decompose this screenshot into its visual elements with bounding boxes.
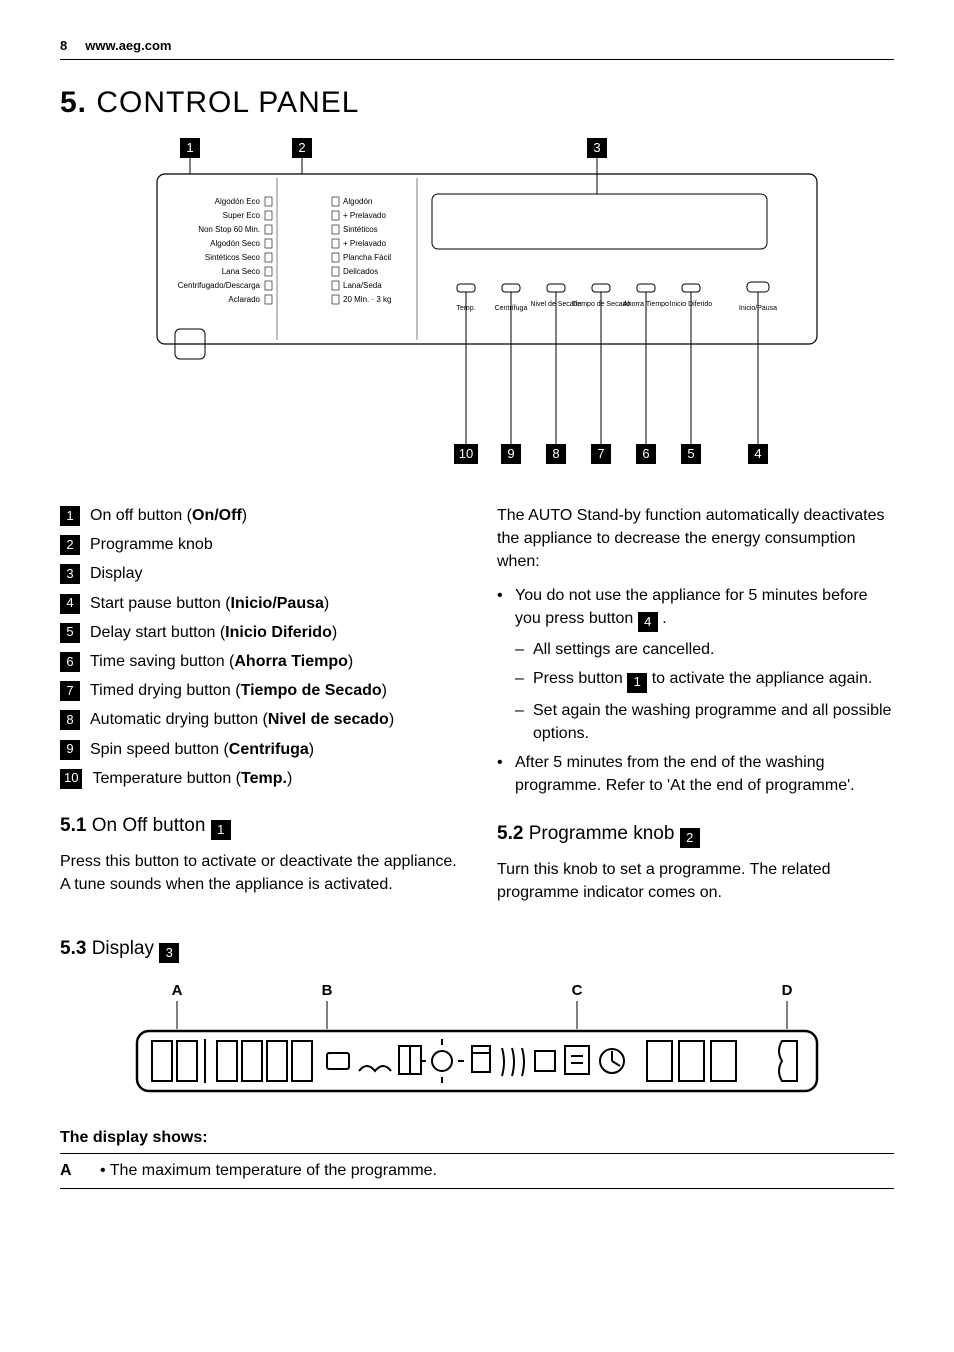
legend-item-6: 6 Time saving button (Ahorra Tiempo) — [60, 650, 457, 673]
legend-item-8: 8 Automatic drying button (Nivel de secad… — [60, 708, 457, 731]
svg-text:10: 10 — [459, 446, 473, 461]
badge-2: 2 — [680, 828, 700, 848]
sec52-body: Turn this knob to set a programme. The r… — [497, 858, 894, 904]
display-diagram: A B C D — [127, 981, 827, 1111]
display-row-a-label: A — [60, 1162, 100, 1180]
page-number: 8 — [60, 38, 67, 53]
legend-item-1: 1 On off button (On/Off) — [60, 504, 457, 527]
legend-badge-9: 9 — [60, 740, 80, 760]
legend-badge-7: 7 — [60, 681, 80, 701]
svg-text:Lana Seco: Lana Seco — [222, 267, 261, 276]
legend-badge-8: 8 — [60, 710, 80, 730]
svg-text:8: 8 — [552, 446, 559, 461]
legend-list: 1On off button (On/Off)2Programme knob3D… — [60, 504, 457, 790]
section-title: 5. CONTROL PANEL — [60, 86, 894, 120]
svg-text:Non Stop 60 Min.: Non Stop 60 Min. — [198, 225, 260, 234]
legend-text-4: Start pause button (Inicio/Pausa) — [90, 592, 457, 615]
legend-item-7: 7 Timed drying button (Tiempo de Secado) — [60, 679, 457, 702]
legend-item-4: 4 Start pause button (Inicio/Pausa) — [60, 592, 457, 615]
control-panel-diagram: Algodón Eco Super Eco Non Stop 60 Min. A… — [127, 134, 827, 484]
legend-badge-5: 5 — [60, 623, 80, 643]
right-column: The AUTO Stand-by function automatically… — [497, 504, 894, 914]
legend-badge-1: 1 — [60, 506, 80, 526]
legend-badge-2: 2 — [60, 535, 80, 555]
dash-3: Set again the washing programme and all … — [515, 699, 894, 745]
svg-text:Centrifugado/Descarga: Centrifugado/Descarga — [178, 281, 261, 290]
svg-text:Sintéticos Seco: Sintéticos Seco — [205, 253, 261, 262]
legend-text-7: Timed drying button (Tiempo de Secado) — [90, 679, 457, 702]
display-row-a: A The maximum temperature of the program… — [60, 1153, 894, 1189]
legend-item-5: 5 Delay start button (Inicio Diferido) — [60, 621, 457, 644]
legend-badge-6: 6 — [60, 652, 80, 672]
legend-item-2: 2 Programme knob — [60, 533, 457, 556]
svg-text:6: 6 — [642, 446, 649, 461]
svg-text:D: D — [782, 982, 793, 999]
svg-text:Algodón Eco: Algodón Eco — [215, 197, 261, 206]
svg-text:Plancha Fácil: Plancha Fácil — [343, 253, 391, 262]
svg-text:+ Prelavado: + Prelavado — [343, 211, 386, 220]
legend-badge-10: 10 — [60, 769, 82, 789]
svg-text:2: 2 — [298, 140, 305, 155]
display-table-title: The display shows: — [60, 1129, 894, 1147]
badge-1: 1 — [211, 820, 231, 840]
legend-item-3: 3 Display — [60, 562, 457, 585]
svg-text:4: 4 — [754, 446, 761, 461]
section-number: 5. — [60, 86, 87, 119]
section-title-text: CONTROL PANEL — [96, 86, 359, 119]
left-column: 1On off button (On/Off)2Programme knob3D… — [60, 504, 457, 914]
bullet-1: You do not use the appliance for 5 minut… — [497, 584, 894, 746]
dash-2: Press button 1 to activate the appliance… — [515, 667, 894, 692]
svg-text:Delicados: Delicados — [343, 267, 378, 276]
section-5-3-heading: 5.3 Display 3 — [60, 938, 894, 963]
svg-text:Algodón: Algodón — [343, 197, 372, 206]
svg-text:9: 9 — [507, 446, 514, 461]
bullet-2: After 5 minutes from the end of the wash… — [497, 751, 894, 797]
svg-text:1: 1 — [186, 140, 193, 155]
legend-text-2: Programme knob — [90, 533, 457, 556]
display-row-a-desc: The maximum temperature of the programme… — [100, 1162, 894, 1180]
svg-text:20 Min. · 3 kg: 20 Min. · 3 kg — [343, 295, 391, 304]
svg-text:+ Prelavado: + Prelavado — [343, 239, 386, 248]
legend-text-3: Display — [90, 562, 457, 585]
legend-item-10: 10 Temperature button (Temp.) — [60, 767, 457, 790]
svg-text:7: 7 — [597, 446, 604, 461]
inline-badge-1: 1 — [627, 673, 647, 693]
legend-badge-4: 4 — [60, 594, 80, 614]
section-5-2-heading: 5.2 Programme knob 2 — [497, 820, 894, 848]
autostandby-intro: The AUTO Stand-by function automatically… — [497, 504, 894, 574]
svg-text:3: 3 — [593, 140, 600, 155]
legend-text-5: Delay start button (Inicio Diferido) — [90, 621, 457, 644]
site-label: www.aeg.com — [85, 38, 171, 53]
page-header: 8 www.aeg.com — [60, 38, 894, 53]
legend-text-1: On off button (On/Off) — [90, 504, 457, 527]
svg-text:B: B — [322, 982, 333, 999]
legend-badge-3: 3 — [60, 564, 80, 584]
legend-text-10: Temperature button (Temp.) — [92, 767, 457, 790]
svg-text:Algodón Seco: Algodón Seco — [210, 239, 260, 248]
legend-text-8: Automatic drying button (Nivel de secado… — [90, 708, 457, 731]
svg-text:Lana/Seda: Lana/Seda — [343, 281, 382, 290]
inline-badge-4: 4 — [638, 612, 658, 632]
svg-text:Sintéticos: Sintéticos — [343, 225, 378, 234]
badge-3: 3 — [159, 943, 179, 963]
title-rule — [60, 59, 894, 68]
sec51-body: Press this button to activate or deactiv… — [60, 850, 457, 896]
legend-text-6: Time saving button (Ahorra Tiempo) — [90, 650, 457, 673]
svg-text:Aclarado: Aclarado — [228, 295, 260, 304]
svg-text:C: C — [572, 982, 583, 999]
dash-1: All settings are cancelled. — [515, 638, 894, 661]
svg-text:Super Eco: Super Eco — [223, 211, 261, 220]
legend-item-9: 9 Spin speed button (Centrifuga) — [60, 738, 457, 761]
legend-text-9: Spin speed button (Centrifuga) — [90, 738, 457, 761]
svg-text:A: A — [172, 982, 183, 999]
autostandby-list: You do not use the appliance for 5 minut… — [497, 584, 894, 798]
svg-text:5: 5 — [687, 446, 694, 461]
section-5-1-heading: 5.1 On Off button 1 — [60, 812, 457, 840]
